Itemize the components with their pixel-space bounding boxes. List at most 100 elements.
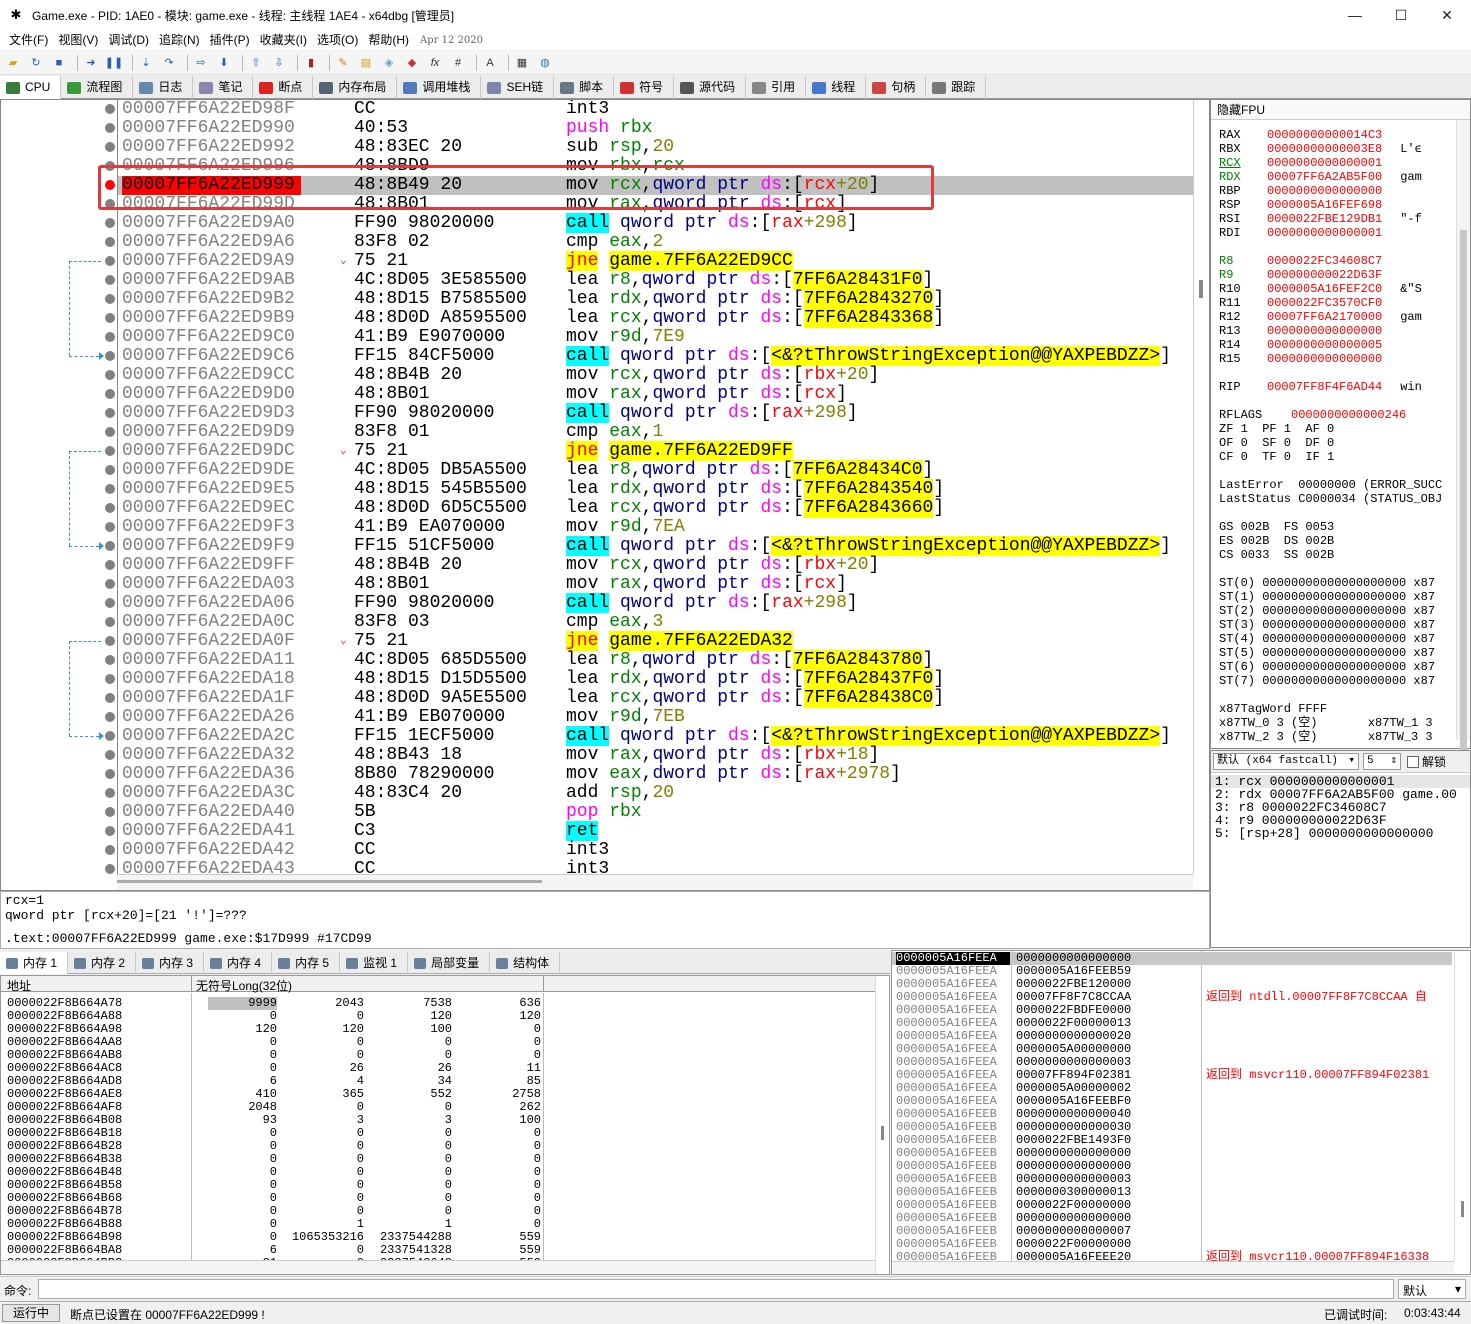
unlock-checkbox[interactable] [1407,755,1419,768]
memory-dump[interactable]: 地址 无符号Long(32位) 0000022F8B664A78 9999 2043… [0,975,890,1275]
disasm-row[interactable]: 00007FF6A22ED992 48:83EC 20 sub rsp,20 [118,138,1193,157]
tab-11[interactable]: 引用 [746,76,807,99]
tab-8[interactable]: 脚本 [554,76,615,99]
execute-till-return-icon[interactable]: ⇧ [247,54,265,72]
register-r9[interactable]: R9 000000000022D63F [1219,268,1400,282]
breakpoint-slot-icon[interactable] [105,294,115,304]
breakpoint-slot-icon[interactable] [105,636,115,646]
menu-file[interactable]: 文件(F) [4,30,53,50]
memory-tab-8[interactable]: 结构体 [490,952,561,974]
breakpoint-slot-icon[interactable] [105,788,115,798]
breakpoint-slot-icon[interactable] [105,655,115,665]
register-rbx[interactable]: RBX 00000000000003E8 L'ϵ [1219,142,1422,156]
register-r12[interactable]: R12 00007FF6A2170000 gam [1219,310,1422,324]
memory-row[interactable]: 0000022F8B664B18 0 0 0 0 [1,1127,875,1140]
breakpoint-slot-icon[interactable] [105,674,115,684]
breakpoint-slot-icon[interactable] [105,826,115,836]
menu-trace[interactable]: 追踪(N) [154,30,205,50]
register-rdi[interactable]: RDI 0000000000000001 [1219,226,1400,240]
patch-icon[interactable]: ✎ [334,54,352,72]
stack-row[interactable]: 0000005A16FEEB 0000022F00000000 [892,1199,1452,1212]
register-rflags[interactable]: RFLAGS 0000000000000246 [1219,408,1406,422]
disasm-row[interactable]: 00007FF6A22EDA0F 75 21 jne game.7FF6A22EDA… [118,631,1193,651]
breakpoint-slot-icon[interactable] [105,541,115,551]
tab-14[interactable]: 跟踪 [926,76,987,99]
memory-row[interactable]: 0000022F8B664B78 0 0 0 0 [1,1205,875,1218]
disasm-row[interactable]: 00007FF6A22EDA0C 83F8 03 cmp eax,3 [118,613,1193,632]
memory-row[interactable]: 0000022F8B664AA8 0 0 0 0 [1,1036,875,1049]
stack-row[interactable]: 0000005A16FEEA 0000000000000000 [892,952,1452,965]
disasm-row[interactable]: 00007FF6A22EDA42 CC int3 [118,841,1193,860]
tab-12[interactable]: 线程 [806,76,867,99]
stack-row[interactable]: 0000005A16FEEA 0000005A16FEEB59 [892,965,1452,978]
breakpoint-slot-icon[interactable] [105,370,115,380]
breakpoint-slot-icon[interactable] [105,465,115,475]
breakpoint-slot-icon[interactable] [105,104,115,114]
disasm-row[interactable]: 00007FF6A22EDA06 FF90 98020000 call qword … [118,593,1193,613]
disasm-row[interactable]: 00007FF6A22ED9B2 48:8D15 B7585500 lea rdx,… [118,289,1193,309]
segment-row[interactable]: GS 002B FS 0053 [1219,520,1334,534]
breakpoint-slot-icon[interactable] [105,408,115,418]
memory-row[interactable]: 0000022F8B664AF8 2048 0 0 262 [1,1101,875,1114]
disasm-row[interactable]: 00007FF6A22ED9EC 48:8D0D 6D5C5500 lea rcx,… [118,498,1193,518]
column-address[interactable]: 地址 [7,977,31,994]
register-rax[interactable]: RAX 00000000000014C3 [1219,128,1400,142]
disasm-row[interactable]: 00007FF6A22ED9B9 48:8D0D A8595500 lea rcx,… [118,308,1193,328]
memory-tab-7[interactable]: 局部变量 [408,952,491,974]
restart-icon[interactable]: ↻ [27,54,45,72]
disassembly-view[interactable]: 00007FF6A22ED98F CC int3 00007FF6A22ED990 40… [117,100,1193,874]
disasm-row[interactable]: 00007FF6A22ED9A9 75 21 jne game.7FF6A22ED9… [118,251,1193,271]
breakpoint-slot-icon[interactable] [105,617,115,627]
globe-icon[interactable]: ◍ [536,54,554,72]
disasm-row[interactable]: 00007FF6A22ED98F CC int3 [118,100,1193,119]
breakpoint-slot-icon[interactable] [105,579,115,589]
stack-row[interactable]: 0000005A16FEEB 0000022FBE1493F0 [892,1134,1452,1147]
memory-tab-1[interactable]: 内存 1 [0,952,69,974]
label-icon[interactable]: ◈ [380,54,398,72]
breakpoint-slot-icon[interactable] [105,731,115,741]
register-r10[interactable]: R10 0000005A16FEF2C0 &"S [1219,282,1422,296]
stack-row[interactable]: 0000005A16FEEA 00007FF8F7C8CCAA 返回到 ntdll.… [892,991,1452,1004]
disasm-row[interactable]: 00007FF6A22ED9D3 FF90 98020000 call qword … [118,403,1193,423]
register-r14[interactable]: R14 0000000000000005 [1219,338,1400,352]
close-button[interactable]: ✕ [1424,0,1470,30]
x87-tag-row[interactable]: x87TW_2 3 (空) x87TW_3 3 [1219,730,1433,744]
tab-6[interactable]: 调用堆栈 [397,76,482,99]
font-icon[interactable]: A [481,54,499,72]
hash-icon[interactable]: # [449,54,467,72]
stack-row[interactable]: 0000005A16FEEA 0000022F00000013 [892,1017,1452,1030]
x87-tag-row[interactable]: x87TW_0 3 (空) x87TW_1 3 [1219,716,1433,730]
breakpoint-slot-icon[interactable] [105,503,115,513]
x87-st-row[interactable]: ST(7) 00000000000000000000 x87 [1219,674,1435,688]
memory-tab-3[interactable]: 内存 3 [136,952,205,974]
memory-row[interactable]: 0000022F8B664B38 0 0 0 0 [1,1153,875,1166]
breakpoint-slot-icon[interactable] [105,123,115,133]
scylla-icon[interactable]: ▮ [302,54,320,72]
function-icon[interactable]: fx [426,54,444,72]
command-mode-select[interactable]: 默认 ▾ [1398,1279,1466,1299]
comment-icon[interactable]: ▤ [357,54,375,72]
memory-tab-2[interactable]: 内存 2 [68,952,137,974]
tab-4[interactable]: 断点 [253,76,314,99]
disasm-row[interactable]: 00007FF6A22EDA03 48:8B01 mov rax,qword ptr… [118,575,1193,594]
register-r15[interactable]: R15 0000000000000000 [1219,352,1400,366]
stack-hscrollbar[interactable] [892,1261,1454,1274]
stack-row[interactable]: 0000005A16FEEB 0000000000000000 [892,1160,1452,1173]
breakpoint-slot-icon[interactable] [105,313,115,323]
disasm-row[interactable]: 00007FF6A22EDA41 C3 ret [118,821,1193,841]
last-error-row[interactable]: LastError 00000000 (ERROR_SUCC [1219,478,1442,492]
disasm-row[interactable]: 00007FF6A22EDA40 5B pop rbx [118,803,1193,822]
register-rip[interactable]: RIP 00007FF8F4F6AD44 win [1219,380,1422,394]
stack-view[interactable]: 0000005A16FEEA 0000000000000000 0000005A16… [891,950,1471,1275]
breakpoint-slot-icon[interactable] [105,446,115,456]
calculator-icon[interactable]: ▦ [513,54,531,72]
stack-row[interactable]: 0000005A16FEEA 00007FF894F02381 返回到 msvcr1… [892,1069,1452,1082]
segment-row[interactable]: CS 0033 SS 002B [1219,548,1334,562]
x87-st-row[interactable]: ST(1) 00000000000000000000 x87 [1219,590,1435,604]
disasm-row[interactable]: 00007FF6A22ED9A0 FF90 98020000 call qword … [118,213,1193,233]
breakpoint-slot-icon[interactable] [105,218,115,228]
x87-tag-row[interactable]: x87TagWord FFFF [1219,702,1327,716]
memory-tab-4[interactable]: 内存 4 [204,952,273,974]
stack-row[interactable]: 0000005A16FEEB 0000000000000000 [892,1147,1452,1160]
register-r8[interactable]: R8 0000022FC34608C7 [1219,254,1400,268]
